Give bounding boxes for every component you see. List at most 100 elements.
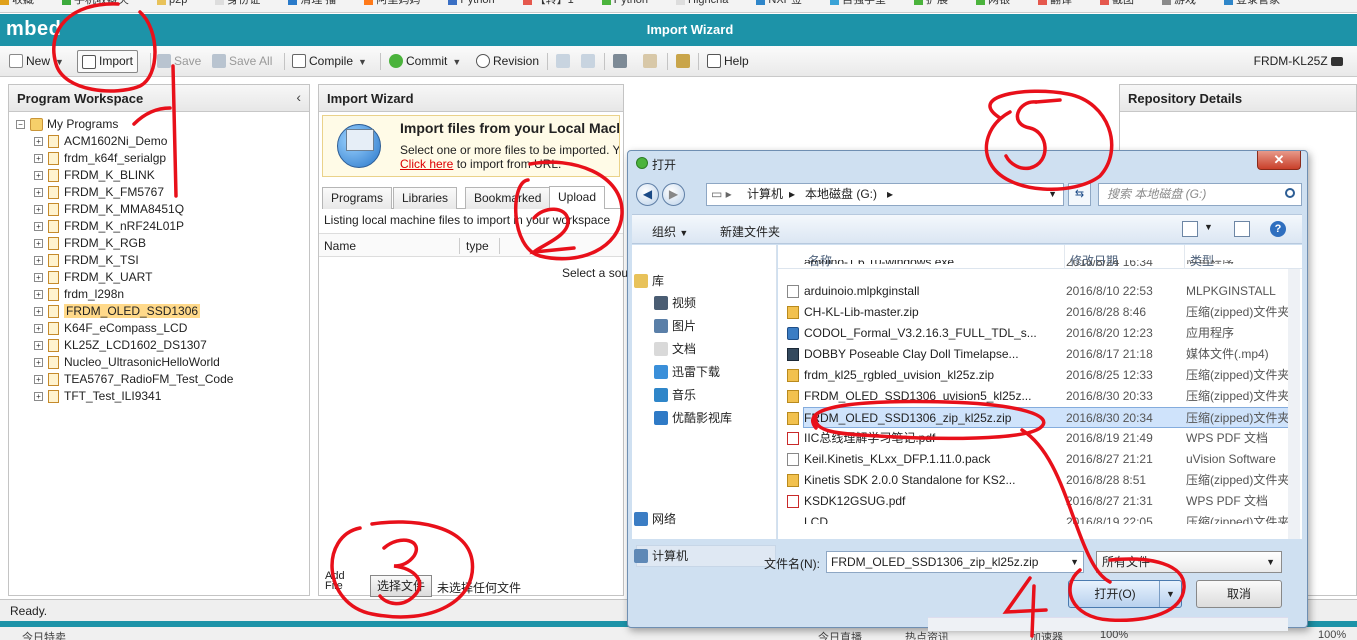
program-item[interactable]: + FRDM_K_nRF24L01P <box>16 218 233 235</box>
bookmark-item[interactable]: 【转】1 <box>522 0 588 9</box>
file-row[interactable]: DOBBY Poseable Clay Doll Timelapse... 201… <box>787 344 1294 365</box>
bookmark-item[interactable]: 翻译 <box>1038 0 1086 9</box>
file-row[interactable]: frdm_kl25_rgbled_uvision_kl25z.zip 2016/8… <box>787 365 1294 386</box>
bottom-item[interactable]: 今日直播 <box>818 629 862 640</box>
program-item[interactable]: + FRDM_K_BLINK <box>16 167 233 184</box>
compile-button[interactable]: Compile ▼ <box>292 51 367 72</box>
program-item[interactable]: + TFT_Test_ILI9341 <box>16 388 233 405</box>
bookmark-item[interactable]: 清理 播 <box>288 0 350 9</box>
program-item[interactable]: + KL25Z_LCD1602_DS1307 <box>16 337 233 354</box>
filename-input[interactable]: FRDM_OLED_SSD1306_zip_kl25z.zip ▼ <box>826 551 1084 573</box>
close-icon[interactable]: ✕ <box>1257 151 1301 170</box>
program-item[interactable]: + FRDM_K_RGB <box>16 235 233 252</box>
bookmark-item[interactable]: 网银 <box>976 0 1024 9</box>
expand-icon[interactable]: + <box>34 154 43 164</box>
import-url-link[interactable]: Click here <box>400 157 453 171</box>
nav-library[interactable]: 库 <box>634 271 664 291</box>
column-divider[interactable] <box>459 238 460 254</box>
file-row[interactable]: Kinetis SDK 2.0.0 Standalone for KS2... 2… <box>787 470 1294 491</box>
program-item[interactable]: + K64F_eCompass_LCD <box>16 320 233 337</box>
new-folder-button[interactable]: 新建文件夹 <box>720 223 780 240</box>
new-button[interactable]: New ▼ <box>9 51 64 72</box>
tab-bookmarked[interactable]: Bookmarked <box>465 187 551 209</box>
program-item[interactable]: + TEA5767_RadioFM_Test_Code <box>16 371 233 388</box>
program-item[interactable]: + ACM1602Ni_Demo <box>16 133 233 150</box>
expand-icon[interactable]: + <box>34 222 43 232</box>
expand-icon[interactable]: + <box>34 205 43 215</box>
cancel-button[interactable]: 取消 <box>1196 580 1282 608</box>
file-row[interactable]: arduino-1.6.10-windows.exe 2016/8/24 16:3… <box>804 260 1294 270</box>
expand-icon[interactable]: + <box>34 324 43 334</box>
path-separator[interactable]: ▸ <box>789 184 795 205</box>
tree-root[interactable]: − My Programs <box>16 116 233 133</box>
tab-libraries[interactable]: Libraries <box>393 187 458 209</box>
help-icon[interactable]: ? <box>1270 221 1286 237</box>
bookmark-item[interactable]: 游戏 <box>1162 0 1210 9</box>
nav-item[interactable]: 迅雷下载 <box>654 362 720 382</box>
bookmark-item[interactable]: 身份证 <box>215 0 274 9</box>
bottom-left-label[interactable]: 今日特卖 <box>22 629 66 640</box>
open-button[interactable]: 打开(O) ▼ <box>1068 580 1182 608</box>
expand-icon[interactable]: + <box>34 256 43 266</box>
path-drive[interactable]: 本地磁盘 (G:) <box>805 184 877 205</box>
collapse-icon[interactable]: − <box>16 120 25 130</box>
nav-network[interactable]: 网络 <box>634 509 676 529</box>
redo-button[interactable] <box>581 51 595 72</box>
path-separator[interactable]: ▸ <box>887 184 893 205</box>
expand-icon[interactable]: + <box>34 188 43 198</box>
file-row[interactable]: IIC总线理解学习笔记.pdf 2016/8/19 21:49 WPS PDF 文档 <box>787 428 1294 449</box>
bookmark-item[interactable]: 手机收藏夹 <box>62 0 143 9</box>
bookmark-item[interactable]: 登录管家 <box>1224 0 1294 9</box>
program-item[interactable]: + FRDM_K_UART <box>16 269 233 286</box>
bookmark-item[interactable]: Highcha <box>676 0 742 9</box>
program-item[interactable]: + frdm_l298n <box>16 286 233 303</box>
expand-icon[interactable]: + <box>34 392 43 402</box>
chevron-down-icon[interactable]: ▼ <box>452 52 461 73</box>
nav-item[interactable]: 视频 <box>654 293 696 313</box>
expand-icon[interactable]: + <box>34 171 43 181</box>
col-type[interactable]: type <box>466 239 489 253</box>
choose-file-button[interactable]: 选择文件 <box>370 575 433 597</box>
help-button[interactable]: Help <box>707 51 749 72</box>
program-item[interactable]: + FRDM_OLED_SSD1306 <box>16 303 233 320</box>
expand-icon[interactable]: + <box>34 307 43 317</box>
file-row[interactable]: LCD... 2016/8/19 22:05 压缩(zipped)文件夹 <box>804 512 1294 524</box>
chevron-down-icon[interactable]: ▼ <box>1048 184 1057 205</box>
expand-icon[interactable]: + <box>34 239 43 249</box>
tab-upload[interactable]: Upload <box>549 186 606 209</box>
file-row[interactable]: CH-KL-Lib-master.zip 2016/8/28 8:46 压缩(zip… <box>787 302 1294 323</box>
bookmark-item[interactable]: 自强学堂 <box>830 0 900 9</box>
file-row[interactable]: FRDM_OLED_SSD1306_uvision5_kl25z... 2016/… <box>787 386 1294 407</box>
preview-pane-icon[interactable] <box>1234 221 1250 237</box>
nav-item[interactable]: 图片 <box>654 316 696 336</box>
file-row[interactable]: FRDM_OLED_SSD1306_zip_kl25z.zip 2016/8/30… <box>787 407 1295 428</box>
board-selector[interactable]: FRDM-KL25Z <box>1254 51 1343 72</box>
chevron-down-icon[interactable]: ▼ <box>55 52 64 73</box>
file-row[interactable]: KSDK12GSUG.pdf 2016/8/27 21:31 WPS PDF 文档 <box>787 491 1294 512</box>
bookmark-item[interactable]: Python <box>448 0 508 9</box>
view-options-icon[interactable] <box>1182 221 1198 237</box>
file-row[interactable]: Keil.Kinetis_KLxx_DFP.1.11.0.pack 2016/8/… <box>787 449 1294 470</box>
expand-icon[interactable]: + <box>34 290 43 300</box>
tab-programs[interactable]: Programs <box>322 187 393 209</box>
address-bar[interactable]: ▭ ▸ 计算机 ▸ 本地磁盘 (G:) ▸ ▼ <box>706 183 1064 206</box>
bookmark-item[interactable]: 收藏 <box>0 0 48 9</box>
bottom-item[interactable]: 100% <box>1318 629 1346 640</box>
format-button[interactable] <box>643 51 657 72</box>
tools-button[interactable] <box>676 51 690 72</box>
path-computer[interactable]: 计算机 <box>747 184 783 205</box>
file-row[interactable]: CODOL_Formal_V3.2.16.3_FULL_TDL_s... 2016… <box>787 323 1294 344</box>
bookmark-item[interactable]: 扩展 <box>914 0 962 9</box>
file-list-hscrollbar[interactable] <box>928 617 1288 631</box>
refresh-icon[interactable]: ⇆ <box>1068 183 1091 206</box>
bookmark-item[interactable]: Python <box>601 0 662 9</box>
filetype-select[interactable]: 所有文件 ▼ <box>1096 551 1282 573</box>
chevron-down-icon[interactable]: ▼ <box>1070 552 1079 572</box>
expand-icon[interactable]: + <box>34 375 43 385</box>
import-button[interactable]: Import <box>77 50 139 73</box>
column-divider[interactable] <box>499 238 500 254</box>
back-icon[interactable]: ◀ <box>636 183 659 206</box>
revision-button[interactable]: Revision <box>476 51 539 72</box>
collapse-left-icon[interactable]: ‹ <box>296 89 301 105</box>
save-all-button[interactable]: Save All <box>212 51 272 72</box>
